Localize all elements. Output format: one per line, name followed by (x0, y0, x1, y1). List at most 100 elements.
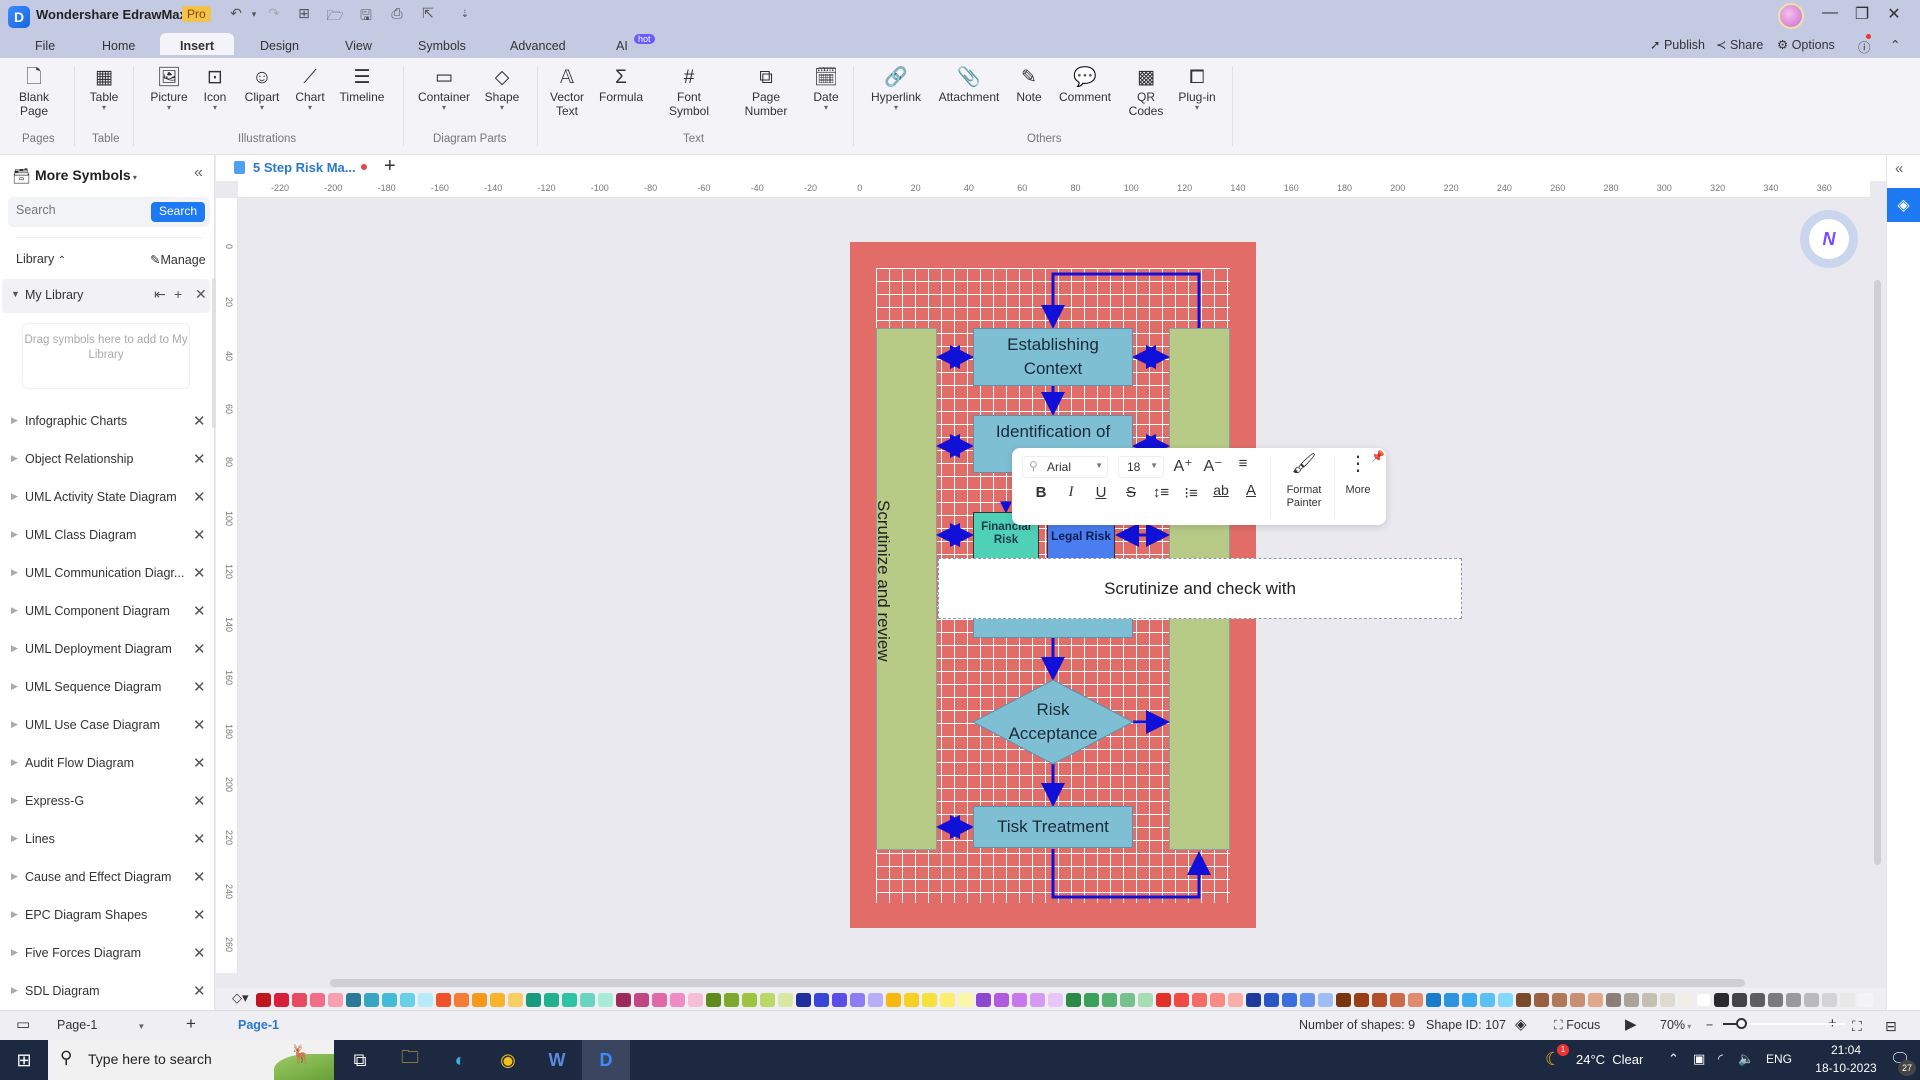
color-swatch[interactable] (1732, 993, 1747, 1007)
color-swatch[interactable] (1804, 993, 1819, 1007)
document-tab[interactable]: 5 Step Risk Ma... (253, 160, 356, 175)
color-swatch[interactable] (1210, 993, 1225, 1007)
establishing-context-box[interactable]: Establishing Context (973, 328, 1133, 386)
color-swatch[interactable] (562, 993, 577, 1007)
collapse-panel-icon[interactable]: « (194, 164, 203, 182)
color-swatch[interactable] (544, 993, 559, 1007)
options-button[interactable]: ⚙ Options (1777, 37, 1835, 52)
vector-text-button[interactable]: 𝔸 Vector Text (548, 66, 586, 118)
color-swatch[interactable] (1138, 993, 1153, 1007)
color-swatch[interactable] (904, 993, 919, 1007)
weather-text[interactable]: 24°C Clear (1576, 1052, 1643, 1067)
close-icon[interactable]: ✕ (193, 488, 206, 506)
color-swatch[interactable] (652, 993, 667, 1007)
icon-button[interactable]: ⊡ Icon ▾ (202, 66, 228, 112)
color-swatch[interactable] (1282, 993, 1297, 1007)
underline-icon[interactable]: U (1090, 484, 1112, 501)
color-swatch[interactable] (1228, 993, 1243, 1007)
color-swatch[interactable] (1480, 993, 1495, 1007)
color-swatch[interactable] (1858, 993, 1873, 1007)
close-icon[interactable]: ✕ (193, 602, 206, 620)
color-swatch[interactable] (706, 993, 721, 1007)
bold-icon[interactable]: B (1030, 484, 1052, 501)
color-swatch[interactable] (1786, 993, 1801, 1007)
library-item[interactable]: ▶ EPC Diagram Shapes ✕ (0, 904, 210, 928)
color-swatch[interactable] (994, 993, 1009, 1007)
color-swatch[interactable] (1714, 993, 1729, 1007)
color-swatch[interactable] (1336, 993, 1351, 1007)
publish-button[interactable]: ➚ Publish (1650, 37, 1705, 52)
color-swatch[interactable] (778, 993, 793, 1007)
open-folder-icon[interactable]: 🗁 (325, 5, 345, 29)
close-icon[interactable]: ✕ (193, 944, 206, 962)
color-swatch[interactable] (1606, 993, 1621, 1007)
color-swatch[interactable] (1156, 993, 1171, 1007)
font-color-icon[interactable]: A (1240, 482, 1262, 499)
color-swatch[interactable] (580, 993, 595, 1007)
help-button[interactable]: ⓘ (1858, 37, 1871, 56)
color-swatch[interactable] (1516, 993, 1531, 1007)
library-toggle[interactable]: Library ⌃ (16, 252, 66, 266)
my-library-row[interactable]: ▼ My Library ⇤ + ✕ (2, 279, 210, 313)
color-swatch[interactable] (1390, 993, 1405, 1007)
color-swatch[interactable] (310, 993, 325, 1007)
color-swatch[interactable] (292, 993, 307, 1007)
tab-home[interactable]: Home (92, 36, 145, 58)
tab-file[interactable]: File (25, 36, 65, 58)
color-swatch[interactable] (1822, 993, 1837, 1007)
show-hidden-icons[interactable]: ⌃ (1668, 1051, 1679, 1067)
picture-button[interactable]: 🖼 Picture ▾ (148, 66, 190, 112)
color-swatch[interactable] (1678, 993, 1693, 1007)
color-swatch[interactable] (1624, 993, 1639, 1007)
edge-browser-icon[interactable]: ◐ (436, 1040, 484, 1080)
add-icon[interactable]: + (174, 286, 182, 302)
new-tab-button[interactable]: + (384, 155, 396, 178)
fill-panel-button[interactable]: ◈ (1887, 188, 1920, 222)
color-swatch[interactable] (886, 993, 901, 1007)
library-item[interactable]: ▶ Five Forces Diagram ✕ (0, 942, 210, 966)
search-button[interactable]: Search (150, 202, 205, 222)
table-button[interactable]: ▦ Table ▾ (88, 66, 120, 112)
page-tab[interactable]: Page-1 (238, 1018, 279, 1032)
color-swatch[interactable] (868, 993, 883, 1007)
volume-icon[interactable]: 🔈 (1738, 1051, 1754, 1067)
library-item[interactable]: ▶ UML Sequence Diagram ✕ (0, 676, 210, 700)
risk-treatment-box[interactable]: Tisk Treatment (973, 806, 1133, 848)
format-painter-button[interactable]: 🖌 Format Painter (1276, 454, 1332, 510)
print-icon[interactable]: ⎙ (387, 5, 407, 22)
close-icon[interactable]: ✕ (193, 640, 206, 658)
blank-page-button[interactable]: 🗋 Blank Page (14, 66, 54, 118)
color-swatch[interactable] (742, 993, 757, 1007)
comment-button[interactable]: 💬 Comment (1056, 66, 1114, 104)
color-swatch[interactable] (1750, 993, 1765, 1007)
page-view-icon[interactable]: ▭ (16, 1015, 30, 1033)
more-symbols-dropdown[interactable]: More Symbols ▾ (35, 167, 137, 183)
tab-insert[interactable]: Insert (160, 33, 234, 55)
color-swatch[interactable] (1102, 993, 1117, 1007)
shape-button[interactable]: ◇ Shape ▾ (484, 66, 520, 112)
color-swatch[interactable] (670, 993, 685, 1007)
color-swatch[interactable] (1660, 993, 1675, 1007)
color-swatch[interactable] (454, 993, 469, 1007)
library-item[interactable]: ▶ Audit Flow Diagram ✕ (0, 752, 210, 776)
color-swatch[interactable] (1048, 993, 1063, 1007)
color-swatch[interactable] (1012, 993, 1027, 1007)
color-swatch[interactable] (1408, 993, 1423, 1007)
color-swatch[interactable] (1498, 993, 1513, 1007)
manage-button[interactable]: ✎Manage (150, 252, 206, 267)
close-icon[interactable]: ✕ (195, 286, 207, 303)
color-swatch[interactable] (1768, 993, 1783, 1007)
more-button[interactable]: ⋮ More (1338, 454, 1378, 497)
undo-icon[interactable]: ↶ (226, 5, 246, 22)
close-icon[interactable]: ✕ (193, 716, 206, 734)
tab-design[interactable]: Design (250, 36, 309, 58)
color-swatch[interactable] (1552, 993, 1567, 1007)
clipart-button[interactable]: ☺ Clipart ▾ (243, 66, 281, 112)
align-icon[interactable]: ≡ (1232, 455, 1254, 472)
color-swatch[interactable] (1534, 993, 1549, 1007)
export-icon[interactable]: ⇱ (418, 5, 438, 22)
task-view-icon[interactable]: ⧉ (336, 1040, 384, 1080)
focus-button[interactable]: ⛶ Focus (1554, 1018, 1600, 1033)
zoom-level-select[interactable]: 70% ▾ (1660, 1018, 1691, 1032)
plug-in-button[interactable]: ⧠ Plug-in ▾ (1175, 66, 1219, 112)
